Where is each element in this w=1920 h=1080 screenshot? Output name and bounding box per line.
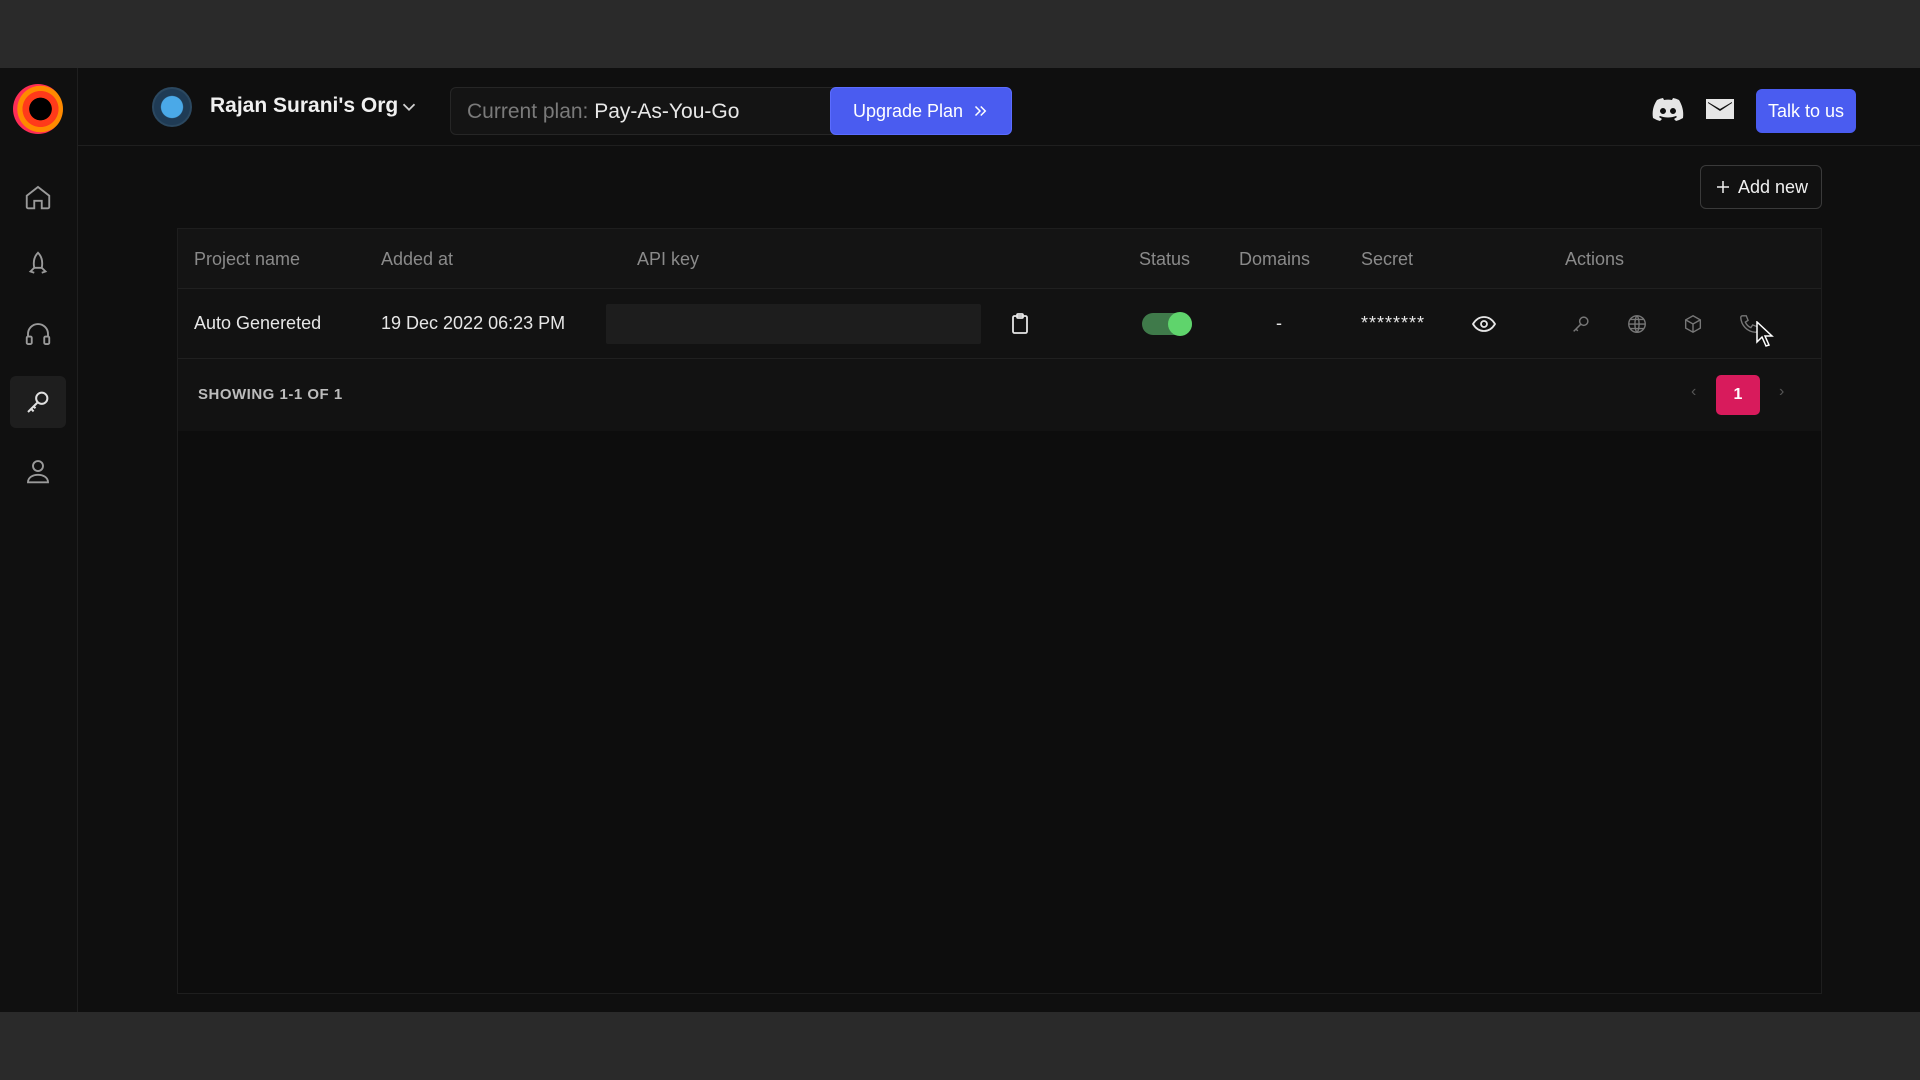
sidebar-item-rocket[interactable] [10,238,66,290]
pagination-prev[interactable]: ‹ [1691,383,1696,401]
plan-value: Pay-As-You-Go [594,100,740,123]
talk-to-us-button[interactable]: Talk to us [1756,89,1856,133]
column-header-actions: Actions [1565,249,1625,269]
app-window: Rajan Surani's Org Current plan: Pay-As-… [0,68,1920,1012]
cube-icon[interactable] [1682,313,1704,335]
status-toggle[interactable] [1142,312,1192,336]
eye-icon[interactable] [1471,312,1497,336]
column-header-api-key: API key [637,249,700,269]
rocket-icon [28,251,48,274]
table-header: Project name Added at API key Status Dom… [178,229,1821,289]
column-header-status: Status [1139,249,1191,269]
sidebar-item-account[interactable] [10,445,66,497]
column-header-project-name: Project name [194,249,301,269]
api-key-field[interactable] [606,304,981,344]
table-row: Auto Genereted 19 Dec 2022 06:23 PM - **… [178,289,1821,359]
key-action-icon[interactable] [1570,313,1592,335]
column-header-secret: Secret [1361,249,1414,269]
status-toggle-knob [1168,312,1192,336]
added-at-cell: 19 Dec 2022 06:23 PM [381,313,566,333]
pagination-next[interactable]: › [1779,383,1784,401]
app-logo[interactable] [13,84,63,134]
chevron-down-icon[interactable] [398,96,420,118]
mail-icon[interactable] [1704,96,1736,122]
home-icon [25,185,51,210]
sidebar-item-support[interactable] [10,308,66,360]
sidebar [0,68,78,1012]
upgrade-plan-label: Upgrade Plan [852,100,964,121]
project-name-cell: Auto Genereted [194,313,322,333]
discord-icon[interactable] [1652,96,1684,122]
sidebar-item-api-keys[interactable] [10,376,66,428]
mouse-cursor-icon [1756,321,1774,347]
plus-icon [1716,181,1729,193]
double-chevron-right-icon [975,105,987,117]
column-header-added-at: Added at [381,249,454,269]
top-bar: Rajan Surani's Org Current plan: Pay-As-… [78,68,1920,146]
column-header-domains: Domains [1239,249,1311,269]
showing-count: SHOWING 1-1 OF 1 [198,386,343,403]
org-name[interactable]: Rajan Surani's Org [210,94,398,118]
add-new-label: Add new [1737,176,1809,197]
headphones-icon [25,323,51,345]
projects-table: Project name Added at API key Status Dom… [177,228,1822,994]
org-avatar[interactable] [152,87,192,127]
pagination-page-current[interactable]: 1 [1716,375,1760,415]
domains-cell: - [1276,313,1282,333]
table-footer: SHOWING 1-1 OF 1 ‹ 1 › [178,359,1821,431]
sidebar-item-home[interactable] [10,171,66,223]
key-icon [27,391,49,413]
letterbox-top [0,0,1920,68]
add-new-button[interactable]: Add new [1700,165,1822,209]
plan-label: Current plan: [467,100,589,123]
clipboard-icon[interactable] [1008,312,1032,336]
user-icon [27,460,49,484]
secret-cell: ******** [1361,313,1426,333]
letterbox-bottom [0,1012,1920,1080]
upgrade-plan-button[interactable]: Upgrade Plan [830,87,1012,135]
globe-icon[interactable] [1626,313,1648,335]
